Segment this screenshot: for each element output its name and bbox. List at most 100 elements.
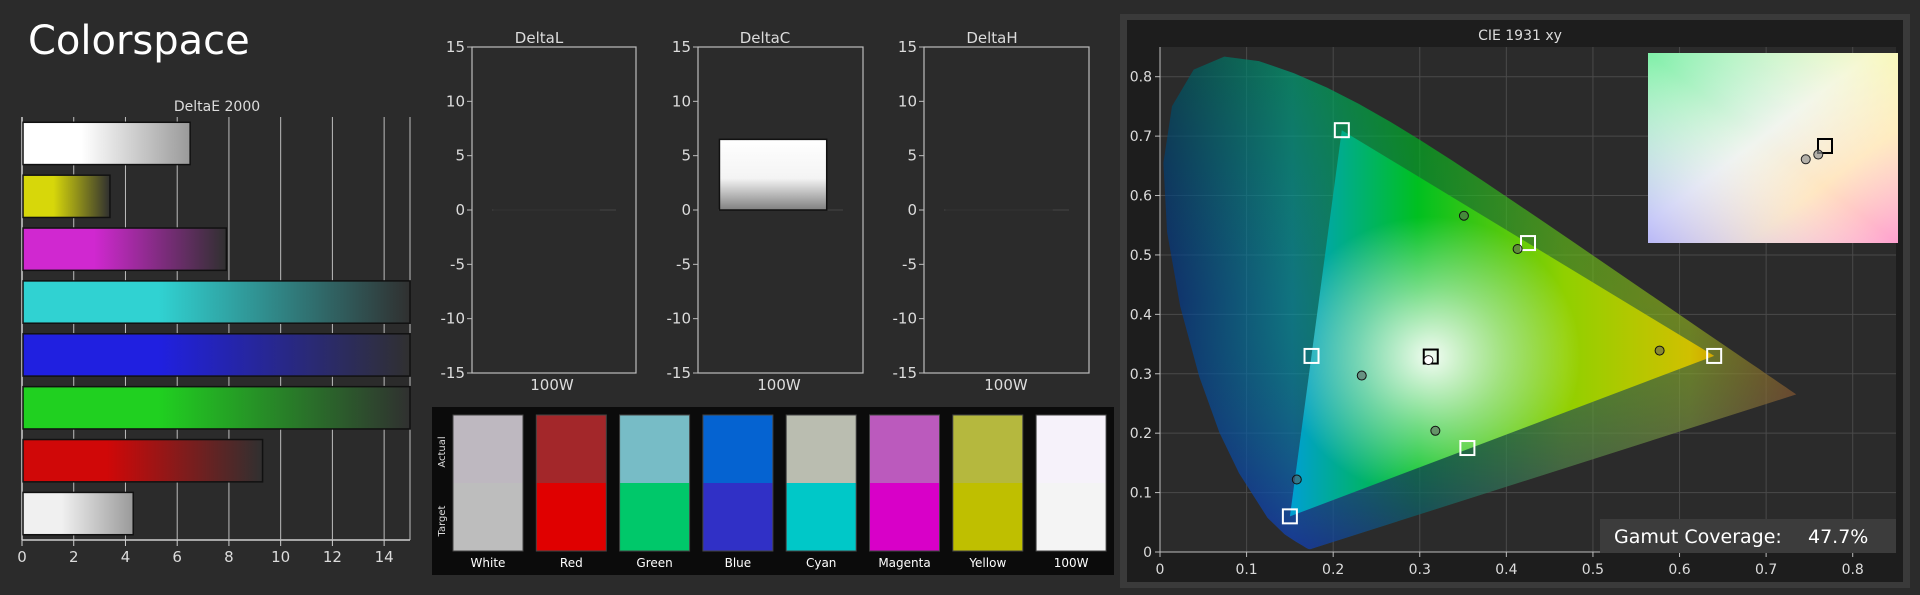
deltae-bar-red <box>22 438 264 483</box>
swatch-actual <box>536 415 607 483</box>
deltae-bar-magenta <box>22 227 228 272</box>
measured-marker <box>1430 425 1441 436</box>
measured-marker <box>1512 244 1523 254</box>
swatch-target <box>453 483 523 551</box>
swatch-red: Red <box>535 414 607 570</box>
swatch-label: Green <box>636 556 672 570</box>
cie-y-tick-label: 0.5 <box>1130 248 1152 264</box>
deltae-title: DeltaE 2000 <box>174 99 260 115</box>
cie-y-tick-label: 0.7 <box>1130 129 1152 145</box>
swatch-label: Magenta <box>878 556 930 570</box>
y-tick-label: 15 <box>898 38 917 56</box>
swatch-label: Red <box>560 556 583 570</box>
cie-y-tick-label: 0.4 <box>1130 307 1152 323</box>
deltal-plot: 15 10 5 0 -5 -10 -15 <box>441 38 637 382</box>
deltae-bar-blue <box>22 333 411 377</box>
deltae-x-tick-label: 6 <box>172 548 182 566</box>
inset-tint <box>1648 53 1898 243</box>
target-row-label: Target <box>437 505 448 537</box>
y-tick-label: 5 <box>455 147 465 165</box>
deltae-chart: DeltaE 2000 0 2 4 6 8 10 12 14 <box>17 99 411 566</box>
cie-inset <box>1648 53 1898 243</box>
deltae-x-tick-label: 10 <box>271 548 290 566</box>
deltal-title: DeltaL <box>515 29 564 47</box>
y-tick-label: 10 <box>898 92 917 110</box>
cie-y-tick-label: 0.6 <box>1130 189 1152 205</box>
measured-marker <box>1423 355 1434 366</box>
swatch-target <box>786 483 857 551</box>
y-tick-label: 5 <box>907 147 917 165</box>
swatch-magenta: Magenta <box>869 414 940 570</box>
cie-x-tick-label: 0.3 <box>1409 562 1431 578</box>
swatch-target <box>869 483 940 551</box>
cie-x-tick-label: 0.6 <box>1668 562 1690 578</box>
deltae-bar-cyan <box>22 280 411 324</box>
deltah-title: DeltaH <box>966 29 1017 47</box>
swatch-actual <box>702 415 773 483</box>
measured-marker <box>1291 474 1302 485</box>
y-tick-label: -15 <box>441 364 466 382</box>
cie-y-tick-label: 0.1 <box>1130 486 1152 502</box>
swatch-label: Cyan <box>806 556 836 570</box>
deltah-category: 100W <box>984 376 1028 394</box>
swatch-blue: Blue <box>702 414 774 570</box>
y-tick-label: 5 <box>681 147 691 165</box>
deltae-x-tick-label: 12 <box>323 548 342 566</box>
deltae-x-tick-label: 8 <box>224 548 234 566</box>
measured-marker <box>1356 370 1367 381</box>
swatch-green: Green <box>619 414 691 570</box>
deltal-bar <box>493 209 600 211</box>
swatch-label: White <box>471 556 506 570</box>
deltah-plot: 15 10 5 0 -5 -10 -15 <box>893 38 1090 382</box>
gamut-coverage-label: Gamut Coverage: <box>1614 526 1782 548</box>
cie-x-tick-label: 0.4 <box>1495 562 1517 578</box>
deltae-bar-yellow <box>22 174 111 219</box>
deltah-bar <box>945 209 1053 211</box>
inset-measured-marker <box>1813 149 1824 160</box>
y-tick-label: -10 <box>441 310 466 328</box>
y-tick-label: 15 <box>672 38 691 56</box>
measured-marker <box>1654 345 1665 356</box>
y-tick-label: -5 <box>902 255 917 273</box>
cie-y-tick-label: 0.8 <box>1130 70 1152 86</box>
swatch-actual <box>1036 415 1107 483</box>
y-tick-label: -5 <box>676 255 691 273</box>
swatch-label: Yellow <box>968 556 1006 570</box>
cie-x-tick-label: 0.8 <box>1842 562 1864 578</box>
gamut-coverage-value: 47.7% <box>1808 526 1868 548</box>
swatch-target <box>619 483 690 551</box>
y-tick-label: -10 <box>893 310 918 328</box>
cie-x-tick-label: 0 <box>1156 562 1165 578</box>
y-tick-label: 0 <box>907 201 917 219</box>
swatch-white: White <box>452 414 524 570</box>
actual-row-label: Actual <box>437 436 448 467</box>
deltae-bar-100w <box>22 121 191 166</box>
y-tick-label: -10 <box>667 310 692 328</box>
swatch-target <box>952 483 1023 551</box>
swatch-actual <box>952 415 1023 483</box>
deltac-bar <box>718 138 828 211</box>
deltae-bar-white <box>22 491 134 536</box>
cie-title: CIE 1931 xy <box>1478 28 1562 44</box>
swatch-actual <box>786 415 857 483</box>
swatch-target <box>702 483 773 551</box>
cie-x-tick-label: 0.5 <box>1582 562 1604 578</box>
cie-y-tick-label: 0.2 <box>1130 426 1152 442</box>
swatch-actual <box>869 415 940 483</box>
y-tick-label: 0 <box>455 201 465 219</box>
deltac-title: DeltaC <box>740 29 791 47</box>
cie-x-tick-label: 0.7 <box>1755 562 1777 578</box>
y-tick-label: -15 <box>893 364 918 382</box>
swatch-actual <box>619 415 690 483</box>
measured-marker <box>1458 210 1469 221</box>
swatch-target <box>1036 483 1107 551</box>
deltal-category: 100W <box>530 376 574 394</box>
swatch-target <box>536 483 607 551</box>
deltae-bar-green <box>22 385 411 430</box>
cie-x-tick-label: 0.1 <box>1235 562 1257 578</box>
inset-measured-marker <box>1800 154 1811 165</box>
swatch-comparison: Actual Target White Red Green Blue Cyan Magen… <box>432 407 1114 575</box>
y-tick-label: 0 <box>681 201 691 219</box>
deltae-x-tick-label: 0 <box>17 548 27 566</box>
cie-y-tick-label: 0 <box>1143 545 1152 561</box>
